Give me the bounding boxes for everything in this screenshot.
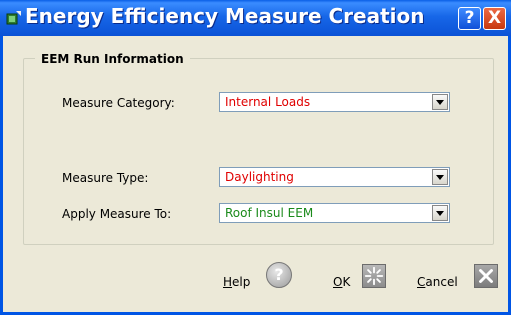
dialog-window: Energy Efficiency Measure Creation ? X E… bbox=[0, 0, 511, 315]
help-accesskey: H bbox=[223, 275, 233, 289]
measure-type-label: Measure Type: bbox=[62, 171, 149, 185]
help-circle-icon[interactable]: ? bbox=[266, 262, 292, 288]
title-bar[interactable]: Energy Efficiency Measure Creation ? X bbox=[0, 0, 511, 36]
measure-category-label: Measure Category: bbox=[62, 96, 175, 110]
window-title: Energy Efficiency Measure Creation bbox=[25, 4, 425, 28]
apply-measure-to-label: Apply Measure To: bbox=[62, 207, 172, 221]
help-button[interactable]: Help bbox=[223, 275, 250, 289]
help-label-rest: elp bbox=[232, 275, 251, 289]
cancel-x-icon[interactable] bbox=[474, 264, 498, 288]
chevron-down-icon[interactable] bbox=[432, 205, 448, 221]
ok-label-rest: K bbox=[342, 275, 351, 289]
chevron-down-icon[interactable] bbox=[432, 169, 448, 185]
apply-measure-to-select[interactable]: Roof Insul EEM bbox=[219, 203, 450, 223]
titlebar-close-button[interactable]: X bbox=[483, 7, 506, 30]
app-icon bbox=[6, 11, 21, 25]
titlebar-help-button[interactable]: ? bbox=[458, 7, 481, 30]
group-legend: EEM Run Information bbox=[35, 52, 190, 66]
measure-type-select[interactable]: Daylighting bbox=[219, 167, 450, 187]
measure-category-value: Internal Loads bbox=[225, 95, 311, 109]
apply-measure-to-value: Roof Insul EEM bbox=[225, 206, 314, 220]
cancel-label-rest: ancel bbox=[425, 275, 458, 289]
ok-sparkle-icon[interactable] bbox=[362, 264, 386, 288]
measure-type-value: Daylighting bbox=[225, 170, 294, 184]
cancel-button[interactable]: Cancel bbox=[417, 275, 458, 289]
ok-button[interactable]: OK bbox=[333, 275, 350, 289]
chevron-down-icon[interactable] bbox=[432, 94, 448, 110]
measure-category-select[interactable]: Internal Loads bbox=[219, 92, 450, 112]
